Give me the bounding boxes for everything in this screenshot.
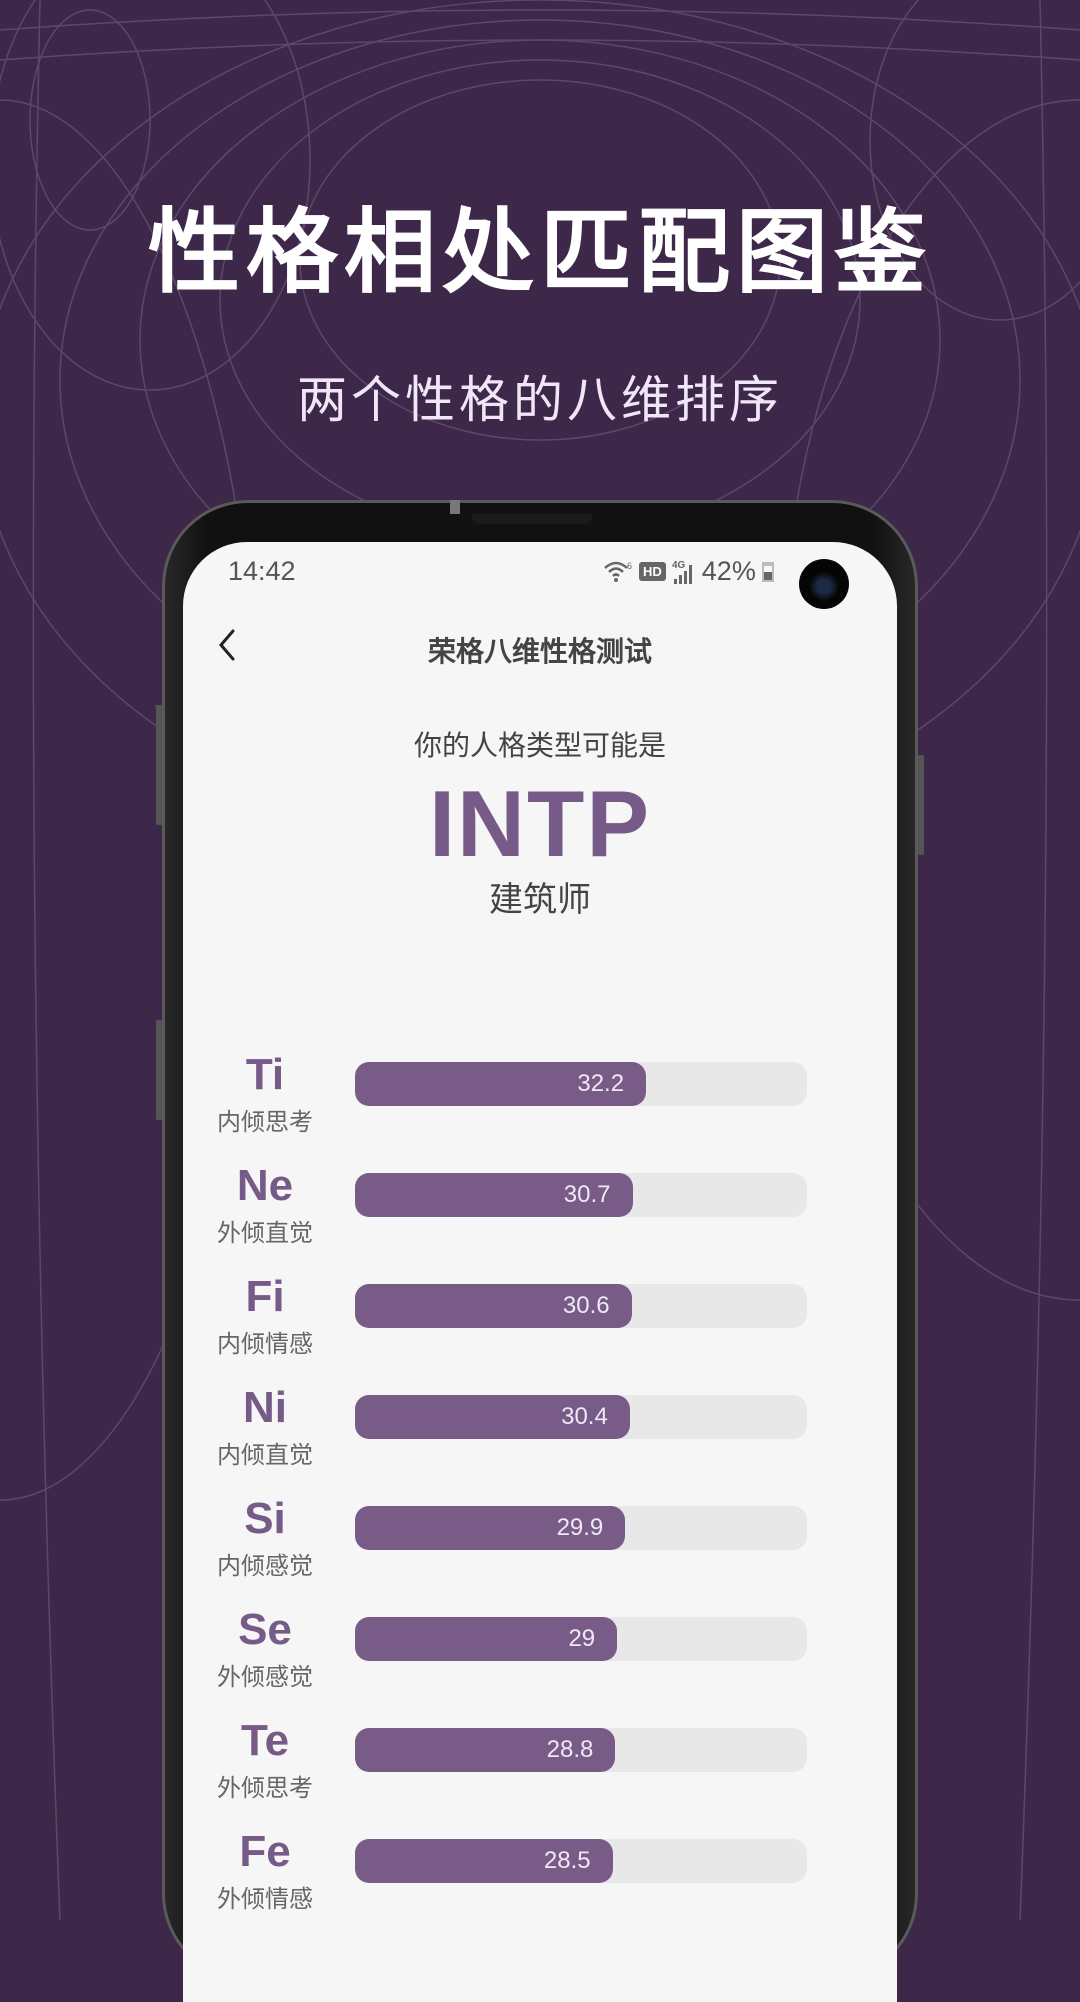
score-value-label: 32.2 — [577, 1070, 625, 1097]
function-name: 外倾感觉 — [217, 1663, 313, 1691]
score-value-label: 29 — [568, 1625, 596, 1652]
front-camera — [799, 559, 849, 609]
score-bar-track: 32.2 — [355, 1062, 807, 1106]
function-code: Te — [240, 1716, 290, 1765]
score-bar-track: 28.5 — [355, 1839, 807, 1883]
function-row: Fi 内倾情感 30.6 — [183, 1272, 897, 1386]
personality-type-name: 建筑师 — [489, 880, 591, 920]
function-code: Fe — [239, 1827, 291, 1876]
wifi-6-icon: 6 — [604, 561, 632, 582]
score-value-label: 30.4 — [561, 1403, 608, 1430]
phone-mockup: 14:42 6 HD 4G 42% 荣格八维性格测试 你的人格类型可能是 INT… — [155, 500, 924, 2002]
function-name: 外倾情感 — [217, 1885, 313, 1913]
score-bar-track: 30.6 — [355, 1284, 807, 1328]
function-code: Ne — [236, 1161, 294, 1210]
function-row: Te 外倾思考 28.8 — [183, 1716, 897, 1830]
score-value-label: 28.5 — [543, 1847, 591, 1874]
score-bar-fill: 29.9 — [355, 1506, 626, 1550]
phone-top-sensor — [450, 500, 460, 514]
score-value-label: 30.6 — [562, 1292, 610, 1319]
function-code: Se — [238, 1605, 292, 1654]
function-name: 内倾感觉 — [217, 1552, 313, 1580]
score-bar-fill: 30.6 — [355, 1284, 632, 1328]
phone-speaker — [472, 514, 592, 524]
score-bar-fill: 29 — [355, 1617, 618, 1661]
score-bar-fill: 32.2 — [355, 1062, 647, 1106]
score-bar-track: 30.7 — [355, 1173, 807, 1217]
signal-bars-icon: 4G — [672, 560, 692, 584]
score-value-label: 29.9 — [556, 1514, 604, 1541]
svg-text:6: 6 — [627, 561, 632, 571]
function-row: Fe 外倾情感 28.5 — [183, 1827, 897, 1941]
function-row: Ti 内倾思考 32.2 — [183, 1050, 897, 1164]
function-row: Ni 内倾直觉 30.4 — [183, 1383, 897, 1497]
function-code: Ni — [243, 1383, 287, 1432]
page-title: 荣格八维性格测试 — [427, 635, 652, 668]
function-code: Ti — [245, 1050, 285, 1099]
promo-subtitle: 两个性格的八维排序 — [297, 371, 783, 429]
function-name: 内倾思考 — [217, 1108, 313, 1136]
battery-percent: 42% — [701, 556, 756, 586]
promo-title: 性格相处匹配图鉴 — [147, 199, 932, 306]
status-time: 14:42 — [228, 556, 296, 586]
function-name: 内倾直觉 — [217, 1441, 313, 1469]
volume-button — [156, 705, 162, 825]
function-name: 外倾直觉 — [217, 1219, 313, 1247]
hd-badge: HD — [639, 562, 666, 581]
function-name: 外倾思考 — [217, 1774, 313, 1802]
score-value-label: 28.8 — [546, 1736, 594, 1763]
function-row: Ne 外倾直觉 30.7 — [183, 1161, 897, 1275]
function-row: Se 外倾感觉 29 — [183, 1605, 897, 1719]
function-code: Si — [244, 1494, 286, 1543]
app-screen: 14:42 6 HD 4G 42% 荣格八维性格测试 你的人格类型可能是 INT… — [183, 542, 897, 2002]
score-bar-fill: 30.4 — [355, 1395, 630, 1439]
battery-icon — [761, 561, 774, 582]
score-bar-fill: 28.8 — [355, 1728, 616, 1772]
svg-text:4G: 4G — [672, 560, 686, 571]
bixby-button — [156, 1020, 162, 1120]
power-button — [918, 755, 924, 855]
score-bar-track: 29 — [355, 1617, 807, 1661]
personality-type: INTP — [428, 771, 652, 876]
status-icons: 6 HD 4G 42% — [603, 556, 774, 587]
score-value-label: 30.7 — [563, 1181, 611, 1208]
function-code: Fi — [245, 1272, 285, 1321]
score-bar-fill: 28.5 — [355, 1839, 613, 1883]
score-bar-track: 29.9 — [355, 1506, 807, 1550]
score-bar-track: 30.4 — [355, 1395, 807, 1439]
result-intro: 你的人格类型可能是 — [413, 729, 666, 762]
function-name: 内倾情感 — [217, 1330, 313, 1358]
score-bar-track: 28.8 — [355, 1728, 807, 1772]
score-bar-fill: 30.7 — [355, 1173, 633, 1217]
function-row: Si 内倾感觉 29.9 — [183, 1494, 897, 1608]
